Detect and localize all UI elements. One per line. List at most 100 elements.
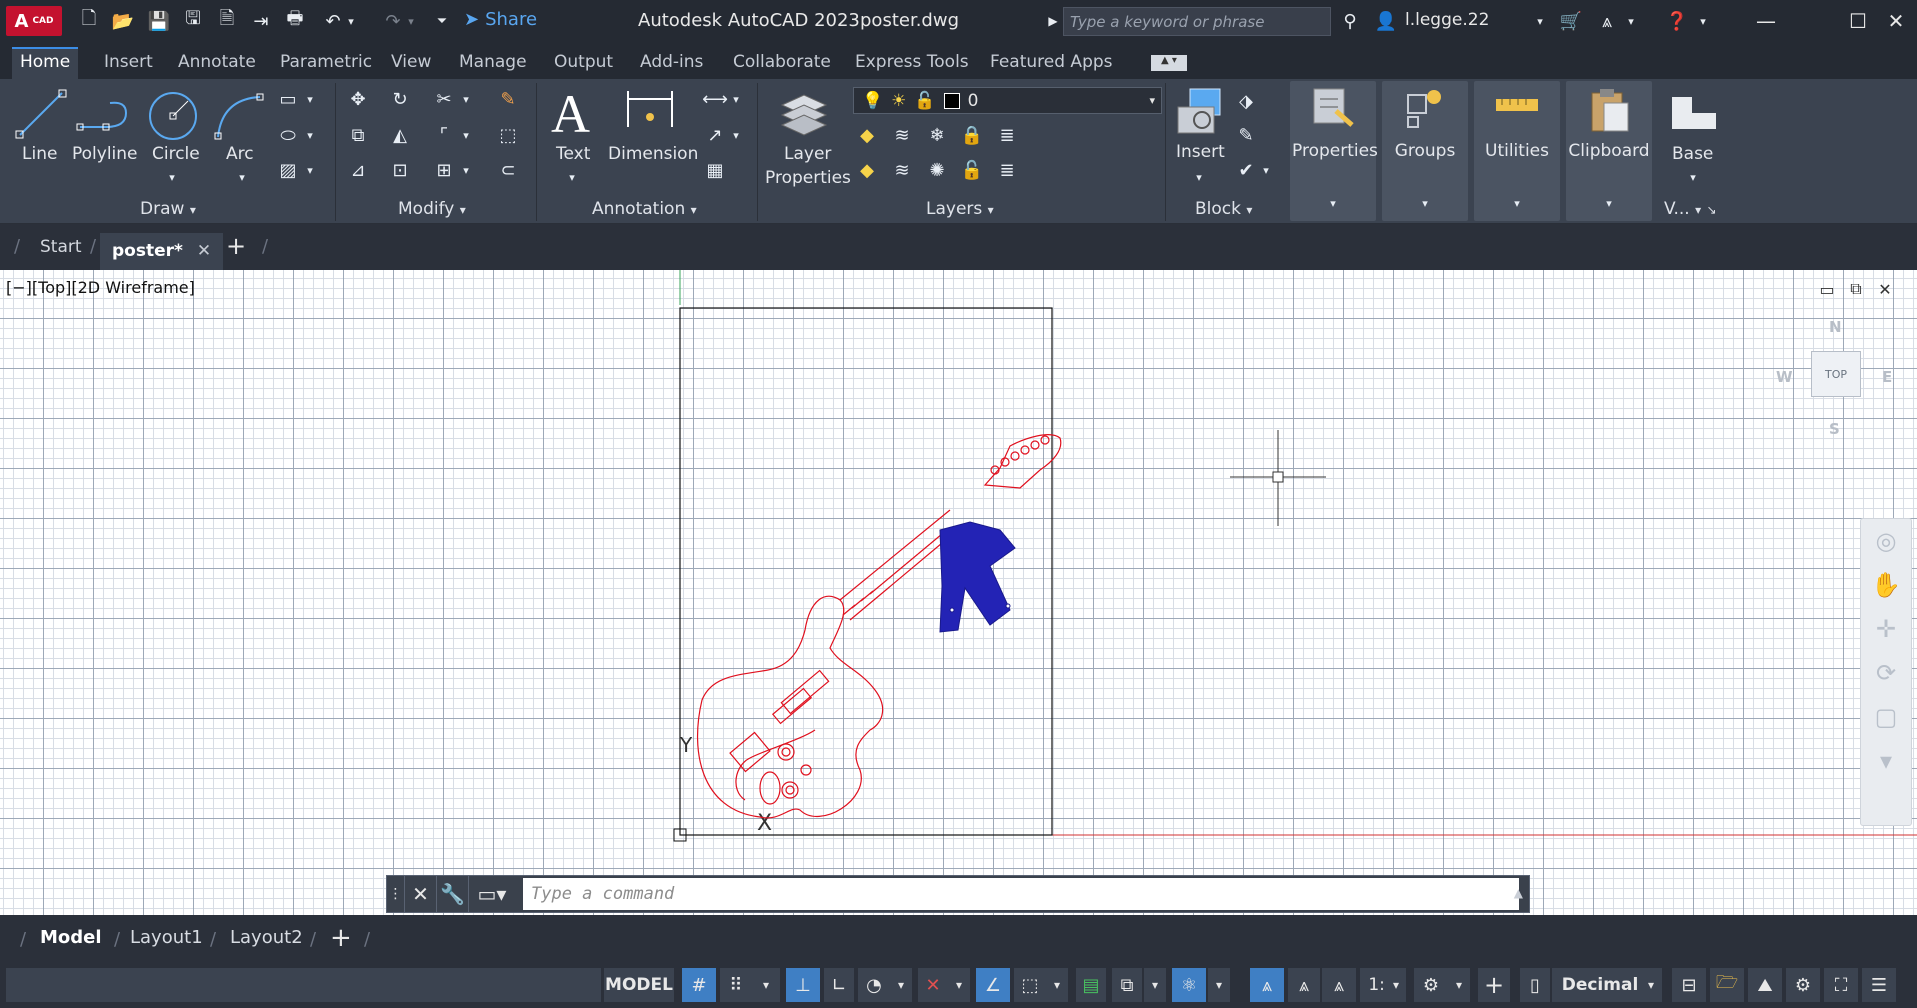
circle-icon[interactable] xyxy=(146,89,200,143)
command-customize-icon[interactable]: 🔧 xyxy=(437,876,469,912)
arc-label[interactable]: Arc xyxy=(226,144,254,164)
utilities-panel[interactable]: Utilities ▾ xyxy=(1474,81,1560,221)
polyline-label[interactable]: Polyline xyxy=(72,144,138,164)
save-icon[interactable]: 💾 xyxy=(146,8,172,34)
cart-icon[interactable]: 🛒 xyxy=(1558,8,1584,34)
close-tab-icon[interactable]: ✕ xyxy=(197,241,211,262)
units-value[interactable]: Decimal xyxy=(1552,968,1648,1002)
dimension-label[interactable]: Dimension xyxy=(608,144,698,164)
grid-icon[interactable]: # xyxy=(682,968,716,1002)
redo-icon[interactable]: ↷ xyxy=(380,8,406,34)
annotation-visibility-icon[interactable]: ⩓ xyxy=(1250,968,1284,1002)
guitar-strap-drawing[interactable] xyxy=(939,521,1016,633)
open-web-icon[interactable]: 🗎 xyxy=(214,8,240,34)
tab-manage[interactable]: Manage xyxy=(451,49,535,75)
tab-view[interactable]: View xyxy=(383,49,439,75)
properties-panel[interactable]: Properties ▾ xyxy=(1290,81,1378,221)
insert-label[interactable]: Insert xyxy=(1176,142,1225,162)
tab-express-tools[interactable]: Express Tools xyxy=(847,49,977,75)
tab-layout1[interactable]: Layout1 xyxy=(130,927,203,948)
tab-featured-apps[interactable]: Featured Apps xyxy=(982,49,1121,75)
poster-boundary[interactable] xyxy=(679,307,1053,836)
layer-change-icon[interactable]: ≣ xyxy=(995,158,1019,182)
layer-on-icon[interactable]: ◆ xyxy=(855,158,879,182)
undo-icon[interactable]: ↶ xyxy=(320,8,346,34)
tab-annotate[interactable]: Annotate xyxy=(170,49,264,75)
tab-parametric[interactable]: Parametric xyxy=(272,49,380,75)
edit-attributes-icon[interactable]: ✔ xyxy=(1234,158,1258,182)
tab-poster[interactable]: poster* ✕ xyxy=(100,233,224,270)
command-recent-icon[interactable]: ▭▾ xyxy=(469,876,515,912)
layer-freeze-icon[interactable]: ❄ xyxy=(925,123,949,147)
transparency-icon[interactable]: ⧉ xyxy=(1112,968,1142,1002)
plot-icon[interactable]: 🖶 xyxy=(282,8,308,34)
command-history-icon[interactable]: ▲ xyxy=(1514,886,1523,900)
attributes-dropdown-icon[interactable]: ▾ xyxy=(1260,158,1272,182)
units-icon[interactable]: ▯ xyxy=(1520,968,1550,1002)
clipboard-panel[interactable]: Clipboard ▾ xyxy=(1566,81,1652,221)
fillet-icon[interactable]: ⌜ xyxy=(432,123,456,147)
rotate-icon[interactable]: ↻ xyxy=(388,87,412,111)
workspace-gear-icon[interactable]: ⚙ xyxy=(1414,968,1448,1002)
drawing-canvas[interactable]: [−][Top][2D Wireframe] ▭ ⧉ ✕ N W E S TOP… xyxy=(0,270,1917,915)
layer-dropdown[interactable]: 💡 ☀ 🔓 0 ▾ xyxy=(853,87,1162,114)
dimension-icon[interactable] xyxy=(624,87,676,139)
offset-icon[interactable]: ⊂ xyxy=(496,158,520,182)
new-file-icon[interactable]: 🗋 xyxy=(76,8,102,34)
save-as-icon[interactable]: 🖫 xyxy=(180,8,206,34)
line-label[interactable]: Line xyxy=(22,144,57,164)
user-icon[interactable]: 👤 xyxy=(1373,8,1399,34)
command-input[interactable]: Type a command xyxy=(523,878,1519,910)
ellipse-dropdown-icon[interactable]: ▾ xyxy=(304,123,316,147)
object-snap-icon[interactable]: ⬚ xyxy=(1014,968,1046,1002)
new-tab-icon[interactable]: + xyxy=(226,232,246,260)
base-label[interactable]: Base xyxy=(1672,144,1713,164)
tab-output[interactable]: Output xyxy=(546,49,621,75)
tab-model[interactable]: Model xyxy=(40,927,102,948)
minimize-icon[interactable]: — xyxy=(1746,4,1786,38)
undo-dropdown-icon[interactable]: ▾ xyxy=(344,8,358,34)
user-dropdown-icon[interactable]: ▾ xyxy=(1527,8,1553,34)
layer-off-icon[interactable]: ◆ xyxy=(855,123,879,147)
fillet-dropdown-icon[interactable]: ▾ xyxy=(460,123,472,147)
layer-match-icon[interactable]: ≣ xyxy=(995,123,1019,147)
text-dropdown-icon[interactable]: ▾ xyxy=(560,165,584,189)
share-button[interactable]: ➤ Share xyxy=(464,9,537,30)
annotation-panel-title[interactable]: Annotation ▾ xyxy=(592,199,697,219)
dynamic-input-icon[interactable]: ⊥ xyxy=(786,968,820,1002)
arc-dropdown-icon[interactable]: ▾ xyxy=(230,165,254,189)
scale-dropdown-icon[interactable]: ▾ xyxy=(1386,968,1406,1002)
rectangle-icon[interactable]: ▭ xyxy=(276,87,300,111)
base-view-icon[interactable] xyxy=(1668,93,1718,133)
erase-icon[interactable]: ✎ xyxy=(496,87,520,111)
transparency-dropdown-icon[interactable]: ▾ xyxy=(1144,968,1166,1002)
layer-properties-label-2[interactable]: Properties xyxy=(765,168,851,188)
line-icon[interactable] xyxy=(14,87,68,141)
rectangle-dropdown-icon[interactable]: ▾ xyxy=(304,87,316,111)
tab-insert[interactable]: Insert xyxy=(96,49,161,75)
auto-scale-icon[interactable]: ⩓ xyxy=(1288,968,1320,1002)
graphics-performance-icon[interactable]: ⚙ xyxy=(1786,968,1820,1002)
layer-properties-label-1[interactable]: Layer xyxy=(784,144,831,164)
snap-icon[interactable]: ⠿ xyxy=(720,968,752,1002)
isometric-dropdown-icon[interactable]: ▾ xyxy=(948,968,970,1002)
arc-icon[interactable] xyxy=(212,91,266,141)
search-icon[interactable]: ⚲ xyxy=(1337,8,1363,34)
layer-properties-icon[interactable] xyxy=(778,87,830,141)
help-icon[interactable]: ❓ xyxy=(1664,8,1690,34)
help-dropdown-icon[interactable]: ▾ xyxy=(1690,8,1716,34)
text-icon[interactable]: A xyxy=(551,83,590,145)
text-label[interactable]: Text xyxy=(556,144,590,164)
layer-unlock-icon[interactable]: 🔓 xyxy=(960,158,984,182)
leader-icon[interactable]: ↗ xyxy=(703,123,727,147)
hatch-dropdown-icon[interactable]: ▾ xyxy=(304,158,316,182)
username[interactable]: l.legge.22 xyxy=(1405,10,1489,30)
model-space-button[interactable]: MODEL xyxy=(604,968,674,1002)
explode-icon[interactable]: ⬚ xyxy=(496,123,520,147)
scale-icon[interactable]: ⊡ xyxy=(388,158,412,182)
layer-unisolate-icon[interactable]: ≋ xyxy=(890,158,914,182)
object-snap-dropdown-icon[interactable]: ▾ xyxy=(1046,968,1068,1002)
ellipse-icon[interactable]: ⬭ xyxy=(276,123,300,147)
search-input[interactable]: Type a keyword or phrase xyxy=(1063,7,1331,36)
draw-panel-title[interactable]: Draw ▾ xyxy=(140,199,196,219)
